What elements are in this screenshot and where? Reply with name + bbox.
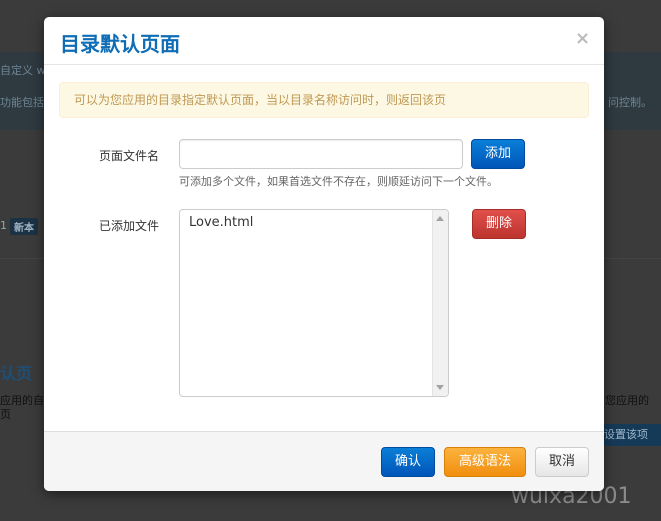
- dialog-header: 目录默认页面 ×: [44, 17, 604, 65]
- cancel-button[interactable]: 取消: [535, 447, 589, 477]
- background-text-line2-right: 问控制。: [608, 96, 652, 109]
- add-button[interactable]: 添加: [471, 139, 525, 169]
- file-name-input[interactable]: [179, 139, 463, 169]
- dialog-title: 目录默认页面: [60, 32, 180, 56]
- confirm-button[interactable]: 确认: [381, 447, 435, 477]
- background-text-top: 自定义 w: [0, 64, 46, 77]
- background-text-line2: 功能包括: [0, 96, 44, 109]
- help-text: 可添加多个文件，如果首选文件不存在，则顺延访问下一个文件。: [179, 175, 498, 188]
- background-text-right: 您应用的: [605, 394, 649, 407]
- file-name-label: 页面文件名: [98, 149, 159, 163]
- background-text-b: 页: [0, 408, 11, 421]
- info-alert: 可以为您应用的目录指定默认页面，当以目录名称访问时，则返回该页: [59, 82, 589, 118]
- background-badge: 新本: [10, 218, 38, 235]
- close-icon[interactable]: ×: [575, 28, 590, 49]
- advanced-syntax-button[interactable]: 高级语法: [444, 447, 526, 477]
- list-item[interactable]: Love.html: [189, 215, 253, 230]
- scroll-down-icon[interactable]: [436, 385, 444, 390]
- background-row-number: 1: [0, 219, 7, 232]
- default-page-dialog: 目录默认页面 × 可以为您应用的目录指定默认页面，当以目录名称访问时，则返回该页…: [44, 17, 604, 491]
- added-files-label: 已添加文件: [98, 219, 159, 233]
- background-heading: 认页: [0, 364, 33, 383]
- delete-button[interactable]: 删除: [472, 209, 526, 239]
- scroll-up-icon[interactable]: [436, 216, 444, 221]
- added-files-list[interactable]: Love.html: [179, 209, 449, 397]
- dialog-footer: 确认 高级语法 取消: [44, 431, 604, 491]
- background-button: 设置该项: [600, 424, 661, 446]
- list-scrollbar[interactable]: [432, 210, 448, 396]
